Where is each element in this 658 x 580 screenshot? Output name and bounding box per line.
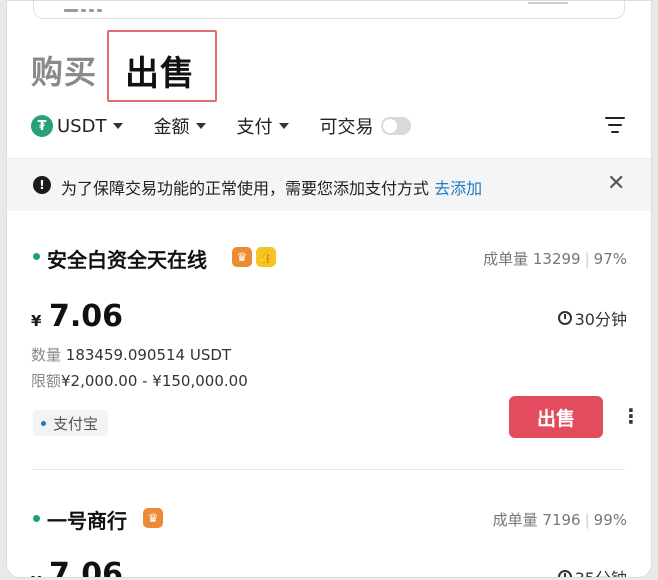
quantity-value: 183459.090514 USDT [65,346,232,364]
payment-notice-banner: ! 为了保障交易功能的正常使用，需要您添加支付方式 去添加 ✕ [7,159,651,211]
warning-icon: ! [33,176,51,194]
completion-rate: 97% [593,250,627,268]
top-search-bar[interactable] [33,1,625,19]
quantity-row: 数量 183459.090514 USDT [31,344,231,365]
more-options-icon[interactable]: ⋮ [621,406,641,426]
order-count: 成单量 7196 [492,511,581,529]
merchant-name[interactable]: 安全白资全天在线 [47,244,207,273]
alipay-dot-icon [41,420,46,426]
tradable-label: 可交易 [319,117,374,138]
stopwatch-icon [557,570,572,577]
tradable-toggle[interactable] [381,117,412,135]
limit-value: ¥2,000.00 - ¥150,000.00 [61,372,248,390]
payment-time-limit: 30分钟 [557,306,627,330]
quantity-label: 数量 [31,346,62,364]
unit-price: 7.06 [49,557,124,578]
merchant-stats: 成单量 7196 | 99% [492,511,627,529]
online-status-dot [33,515,40,522]
tab-buy[interactable]: 购买 [31,47,97,93]
completion-rate: 99% [593,511,627,529]
merchant-thumb-badge-icon: 👍 [256,247,276,267]
merchant-crown-badge-icon: ♛ [232,247,252,267]
close-icon[interactable]: ✕ [607,171,625,196]
payment-filter-label: 支付 [236,117,273,138]
online-status-dot [33,253,40,260]
coin-filter-label: USDT [57,115,107,137]
amount-filter-label: 金额 [153,117,190,138]
limit-label: 限额 [31,372,62,390]
caret-down-icon [196,123,207,129]
caret-down-icon [113,123,124,129]
payment-filter[interactable]: 支付 [236,113,290,139]
time-limit-text: 30分钟 [574,310,627,329]
filter-bar: ₮ USDT 金额 支付 可交易 [31,113,441,139]
payment-time-limit: 35分钟 [557,565,627,577]
amount-filter[interactable]: 金额 [153,113,207,139]
currency-symbol: ¥ [31,312,42,330]
merchant-stats: 成单量 13299 | 97% [483,250,627,268]
card-divider [33,469,625,470]
caret-down-icon [279,123,290,129]
payment-method-tag: 支付宝 [33,410,109,436]
notice-text-wrap: 为了保障交易功能的正常使用，需要您添加支付方式 去添加 [61,175,482,199]
order-count: 成单量 13299 [483,250,581,268]
coin-filter[interactable]: ₮ USDT [31,115,124,137]
tab-sell[interactable]: 出售 [125,46,195,95]
merchant-name[interactable]: 一号商行 [47,505,127,534]
limit-row: 限额¥2,000.00 - ¥150,000.00 [31,370,248,391]
add-payment-link[interactable]: 去添加 [434,179,482,198]
currency-symbol: ¥ [31,573,41,577]
stopwatch-icon [557,311,572,325]
drag-handle-icon [64,9,102,12]
sell-button[interactable]: 出售 [509,396,603,438]
unit-price: 7.06 [49,299,124,334]
p2p-trade-panel: 购买 出售 ₮ USDT 金额 支付 可交易 ! 为了保障交易功能的正常使用，需… [6,0,652,578]
tradable-filter: 可交易 [319,113,412,139]
payment-method-label: 支付宝 [53,414,99,433]
tether-icon: ₮ [31,115,53,137]
top-bar-line [528,2,568,4]
time-limit-text: 35分钟 [575,565,627,577]
merchant-crown-badge-icon: ♛ [143,508,163,528]
notice-text: 为了保障交易功能的正常使用，需要您添加支付方式 [61,179,430,198]
filter-icon[interactable] [605,117,625,138]
